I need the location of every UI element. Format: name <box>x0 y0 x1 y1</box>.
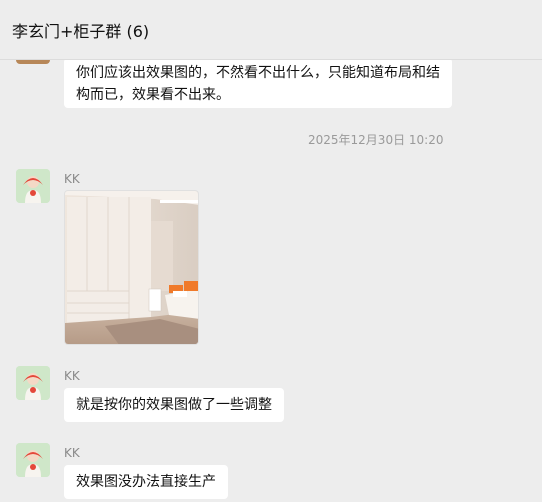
sender-name: KK <box>64 172 80 186</box>
avatar-icon <box>16 169 50 203</box>
message-text: 你们应该出效果图的，不然看不出什么，只能知道布局和结构而已，效果看不出来。 <box>76 65 440 103</box>
message-list[interactable]: 你们应该出效果图的，不然看不出什么，只能知道布局和结构而已，效果看不出来。 20… <box>0 60 542 502</box>
avatar[interactable] <box>16 443 50 477</box>
avatar[interactable] <box>16 60 50 64</box>
avatar-icon <box>16 366 50 400</box>
sender-name: KK <box>64 446 80 460</box>
message-text: 效果图没办法直接生产 <box>76 474 216 490</box>
message-bubble[interactable]: 你们应该出效果图的，不然看不出什么，只能知道布局和结构而已，效果看不出来。 <box>64 60 452 108</box>
avatar[interactable] <box>16 169 50 203</box>
image-message[interactable] <box>64 190 199 345</box>
avatar-icon <box>16 443 50 477</box>
chat-title[interactable]: 李玄门+柜子群 (6) <box>12 21 149 43</box>
sender-name: KK <box>64 369 80 383</box>
avatar[interactable] <box>16 366 50 400</box>
message-bubble[interactable]: 就是按你的效果图做了一些调整 <box>64 388 284 422</box>
timestamp: 2025年12月30日 10:20 <box>308 133 444 147</box>
message-text: 就是按你的效果图做了一些调整 <box>76 397 272 413</box>
room-wardrobe-render-image <box>65 191 198 344</box>
message-bubble[interactable]: 效果图没办法直接生产 <box>64 465 228 499</box>
chat-header: 李玄门+柜子群 (6) <box>0 0 542 60</box>
